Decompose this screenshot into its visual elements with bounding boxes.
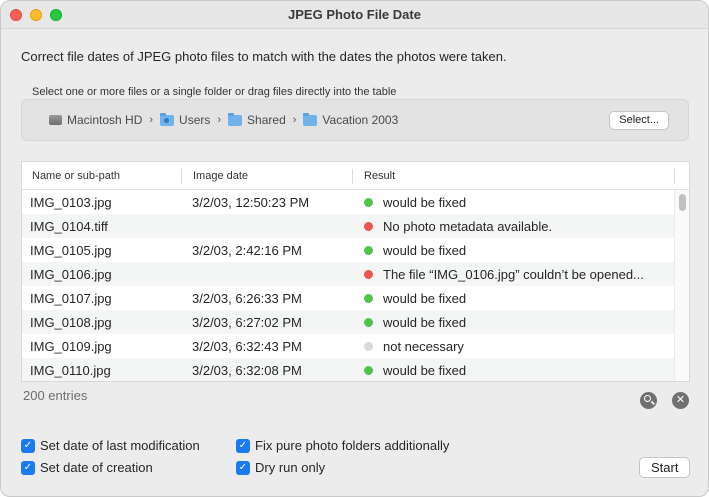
crumb-label: Vacation 2003 [322,113,399,127]
option-set-creation[interactable]: ✓ Set date of creation [21,460,153,475]
search-button[interactable] [640,392,657,409]
table-header: Name or sub-path Image date Result [22,162,689,190]
cell-date: 3/2/03, 12:50:23 PM [192,195,310,210]
title-bar: JPEG Photo File Date [1,1,708,29]
cell-date: 3/2/03, 6:32:43 PM [192,339,302,354]
table-body: IMG_0103.jpg 3/2/03, 12:50:23 PM would b… [22,190,674,381]
table-row[interactable]: IMG_0107.jpg 3/2/03, 6:26:33 PM would be… [22,286,674,310]
select-button[interactable]: Select... [609,111,669,130]
table-row[interactable]: IMG_0104.tiff No photo metadata availabl… [22,214,674,238]
cell-name: IMG_0109.jpg [30,339,112,354]
status-dot-icon [364,222,373,231]
folder-icon [228,112,243,126]
crumb-shared[interactable]: Shared [228,112,286,127]
table-row[interactable]: IMG_0109.jpg 3/2/03, 6:32:43 PM not nece… [22,334,674,358]
cell-name: IMG_0103.jpg [30,195,112,210]
cell-name: IMG_0104.tiff [30,219,108,234]
result-text: would be fixed [383,243,467,258]
result-text: would be fixed [383,363,467,378]
hard-drive-icon [49,115,62,125]
status-dot-icon [364,342,373,351]
option-label: Fix pure photo folders additionally [255,438,450,453]
cell-result: would be fixed [364,291,466,306]
select-hint: Select one or more files or a single fol… [32,86,397,98]
intro-text: Correct file dates of JPEG photo files t… [21,49,507,64]
option-fix-folders[interactable]: ✓ Fix pure photo folders additionally [236,438,449,453]
crumb-label: Users [179,113,211,127]
start-button[interactable]: Start [639,457,691,478]
cell-date: 3/2/03, 6:27:02 PM [192,315,302,330]
checkbox-checked-icon[interactable]: ✓ [236,460,250,475]
status-dot-icon [364,270,373,279]
search-icon [644,395,651,402]
chevron-right-icon: › [292,114,297,126]
table-row[interactable]: IMG_0105.jpg 3/2/03, 2:42:16 PM would be… [22,238,674,262]
column-divider [181,169,182,184]
cell-date: 3/2/03, 6:32:08 PM [192,363,302,378]
clear-button[interactable]: ✕ [672,392,689,409]
result-text: would be fixed [383,315,467,330]
result-text: would be fixed [383,291,467,306]
table-row[interactable]: IMG_0106.jpg The file “IMG_0106.jpg” cou… [22,262,674,286]
status-dot-icon [364,246,373,255]
crumb-macintosh-hd[interactable]: Macintosh HD [49,113,142,127]
cell-result: would be fixed [364,363,466,378]
cell-name: IMG_0105.jpg [30,243,112,258]
close-icon: ✕ [675,394,686,406]
cell-result: not necessary [364,339,464,354]
result-text: The file “IMG_0106.jpg” couldn’t be open… [383,267,644,282]
status-dot-icon [364,198,373,207]
crumb-vacation-2003[interactable]: Vacation 2003 [303,112,399,127]
cell-result: The file “IMG_0106.jpg” couldn’t be open… [364,267,644,282]
table-row[interactable]: IMG_0108.jpg 3/2/03, 6:27:02 PM would be… [22,310,674,334]
table-row[interactable]: IMG_0103.jpg 3/2/03, 12:50:23 PM would b… [22,190,674,214]
cell-result: would be fixed [364,195,466,210]
checkbox-checked-icon[interactable]: ✓ [21,460,35,475]
cell-name: IMG_0107.jpg [30,291,112,306]
cell-name: IMG_0108.jpg [30,315,112,330]
option-set-modification[interactable]: ✓ Set date of last modification [21,438,200,453]
status-dot-icon [364,366,373,375]
column-header-date[interactable]: Image date [193,170,248,182]
cell-name: IMG_0110.jpg [30,363,111,378]
result-text: would be fixed [383,195,467,210]
cell-result: would be fixed [364,315,466,330]
cell-date: 3/2/03, 6:26:33 PM [192,291,302,306]
window-title: JPEG Photo File Date [288,7,421,22]
option-dry-run[interactable]: ✓ Dry run only [236,460,325,475]
checkbox-checked-icon[interactable]: ✓ [21,438,35,453]
chevron-right-icon: › [149,114,154,126]
folder-icon [303,112,318,126]
crumb-users[interactable]: Users [160,112,211,127]
option-label: Set date of last modification [40,438,200,453]
result-text: not necessary [383,339,464,354]
users-folder-icon [160,112,175,126]
app-window: JPEG Photo File Date Correct file dates … [0,0,709,497]
checkbox-checked-icon[interactable]: ✓ [236,438,250,453]
status-dot-icon [364,294,373,303]
cell-result: would be fixed [364,243,466,258]
column-header-result[interactable]: Result [364,170,395,182]
breadcrumb: Macintosh HD › Users › Shared › Vacation… [49,112,399,127]
scrollbar-thumb[interactable] [679,194,686,211]
column-header-name[interactable]: Name or sub-path [32,170,120,182]
vertical-scrollbar[interactable] [674,190,689,381]
column-divider [674,169,675,184]
table-row[interactable]: IMG_0110.jpg 3/2/03, 6:32:08 PM would be… [22,358,674,381]
result-text: No photo metadata available. [383,219,553,234]
status-dot-icon [364,318,373,327]
cell-result: No photo metadata available. [364,219,552,234]
option-label: Dry run only [255,460,326,475]
crumb-label: Macintosh HD [67,113,143,127]
crumb-label: Shared [247,113,286,127]
cell-date: 3/2/03, 2:42:16 PM [192,243,302,258]
option-label: Set date of creation [40,460,153,475]
chevron-right-icon: › [217,114,222,126]
cell-name: IMG_0106.jpg [30,267,112,282]
path-control[interactable]: Macintosh HD › Users › Shared › Vacation… [21,99,689,141]
entries-count: 200 entries [23,388,88,403]
files-table[interactable]: Name or sub-path Image date Result IMG_0… [21,161,690,382]
column-divider [352,169,353,184]
